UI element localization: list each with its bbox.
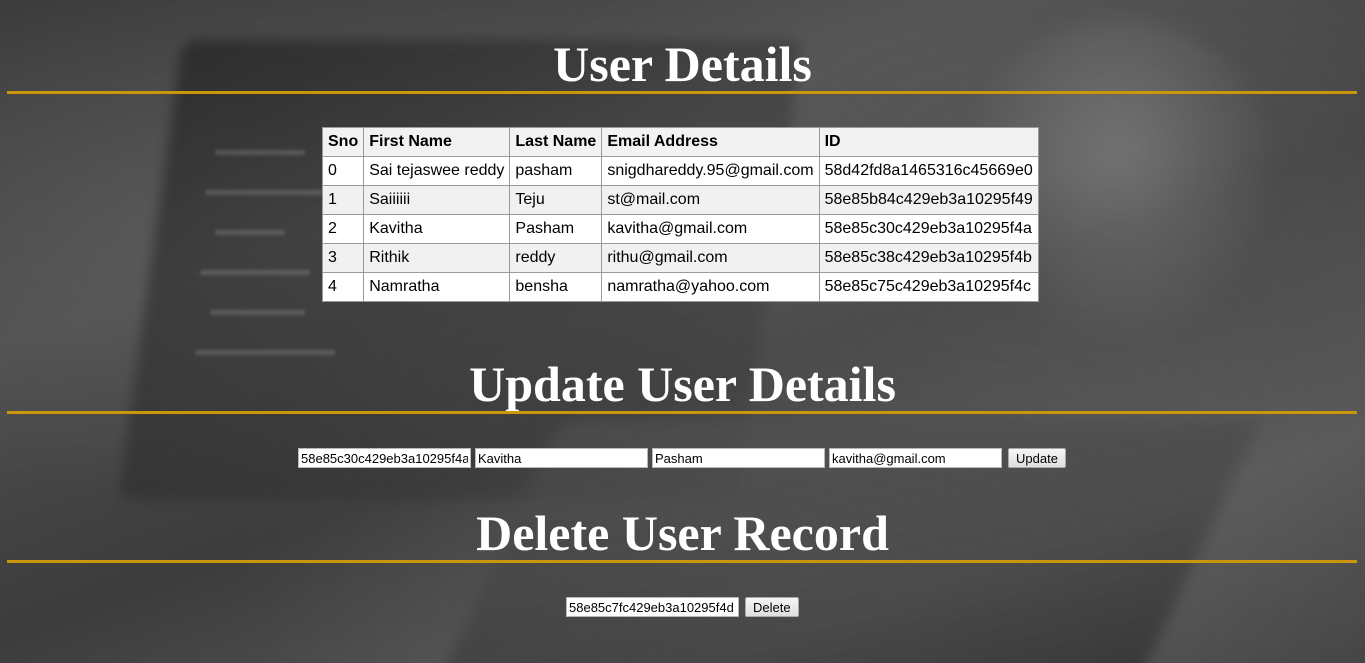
update-last-name-input[interactable] xyxy=(652,448,825,468)
cell-id: 58e85b84c429eb3a10295f49 xyxy=(818,185,1039,215)
cell-id: 58e85c38c429eb3a10295f4b xyxy=(818,243,1039,273)
column-header-sno: Sno xyxy=(321,127,365,157)
cell-email: st@mail.com xyxy=(601,185,820,215)
update-user-form: Update xyxy=(296,448,1066,468)
delete-id-input[interactable] xyxy=(566,597,739,617)
table-header-row: Sno First Name Last Name Email Address I… xyxy=(321,127,1039,157)
cell-first-name: Sai tejaswee reddy xyxy=(363,156,511,186)
table-row: 1 Saiiiiii Teju st@mail.com 58e85b84c429… xyxy=(321,185,1039,215)
cell-sno: 3 xyxy=(321,243,365,273)
table-row: 3 Rithik reddy rithu@gmail.com 58e85c38c… xyxy=(321,243,1039,273)
column-header-email: Email Address xyxy=(601,127,820,157)
cell-id: 58e85c30c429eb3a10295f4a xyxy=(818,214,1039,244)
cell-sno: 1 xyxy=(321,185,365,215)
cell-last-name: Teju xyxy=(509,185,603,215)
user-details-table: Sno First Name Last Name Email Address I… xyxy=(321,127,1039,302)
cell-last-name: reddy xyxy=(509,243,603,273)
column-header-id: ID xyxy=(818,127,1039,157)
delete-user-title: Delete User Record xyxy=(476,505,889,561)
table-row: 4 Namratha bensha namratha@yahoo.com 58e… xyxy=(321,272,1039,302)
update-id-input[interactable] xyxy=(298,448,471,468)
update-button[interactable]: Update xyxy=(1008,448,1066,468)
update-first-name-input[interactable] xyxy=(475,448,648,468)
cell-first-name: Saiiiiii xyxy=(363,185,511,215)
delete-button[interactable]: Delete xyxy=(745,597,799,617)
delete-user-divider xyxy=(7,560,1357,563)
page-content: User Details Sno First Name Last Name Em… xyxy=(0,0,1365,663)
cell-last-name: bensha xyxy=(509,272,603,302)
table-row: 0 Sai tejaswee reddy pasham snigdhareddy… xyxy=(321,156,1039,186)
cell-email: snigdhareddy.95@gmail.com xyxy=(601,156,820,186)
cell-first-name: Namratha xyxy=(363,272,511,302)
cell-first-name: Rithik xyxy=(363,243,511,273)
update-email-input[interactable] xyxy=(829,448,1002,468)
cell-last-name: Pasham xyxy=(509,214,603,244)
cell-sno: 0 xyxy=(321,156,365,186)
cell-last-name: pasham xyxy=(509,156,603,186)
user-details-title: User Details xyxy=(553,36,812,92)
cell-email: rithu@gmail.com xyxy=(601,243,820,273)
update-user-title: Update User Details xyxy=(469,356,896,412)
cell-sno: 2 xyxy=(321,214,365,244)
column-header-first-name: First Name xyxy=(363,127,511,157)
cell-first-name: Kavitha xyxy=(363,214,511,244)
user-details-divider xyxy=(7,91,1357,94)
table-row: 2 Kavitha Pasham kavitha@gmail.com 58e85… xyxy=(321,214,1039,244)
cell-email: namratha@yahoo.com xyxy=(601,272,820,302)
cell-id: 58d42fd8a1465316c45669e0 xyxy=(818,156,1039,186)
update-user-divider xyxy=(7,411,1357,414)
column-header-last-name: Last Name xyxy=(509,127,603,157)
cell-id: 58e85c75c429eb3a10295f4c xyxy=(818,272,1039,302)
delete-user-form: Delete xyxy=(564,597,799,617)
cell-sno: 4 xyxy=(321,272,365,302)
cell-email: kavitha@gmail.com xyxy=(601,214,820,244)
